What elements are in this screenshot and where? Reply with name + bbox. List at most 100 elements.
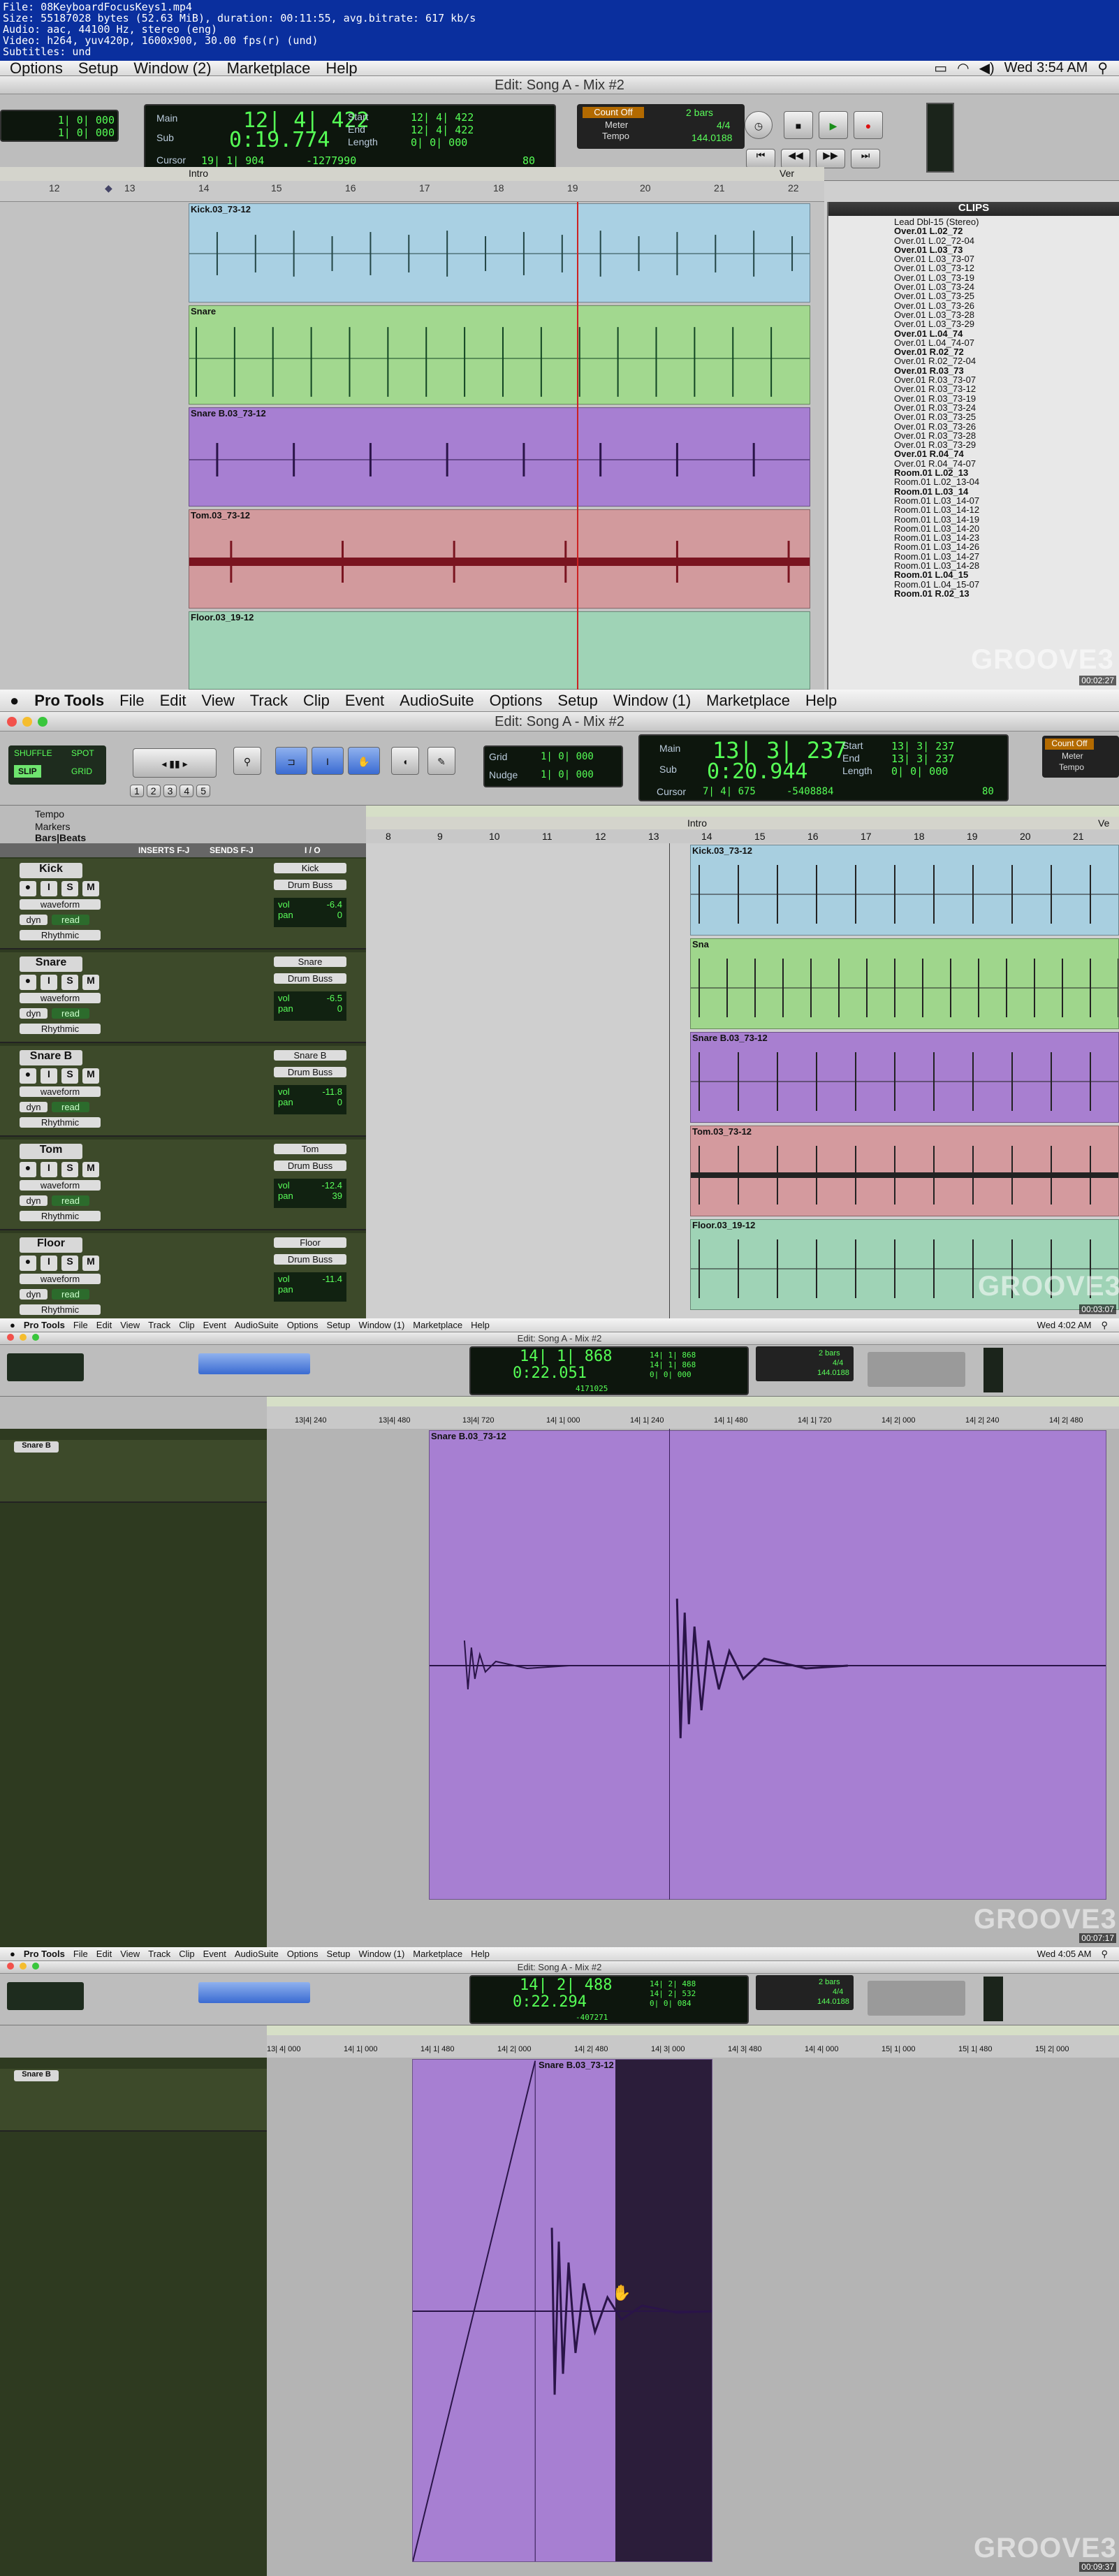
track-name[interactable]: Tom [20, 1144, 82, 1159]
menu-help[interactable]: Help [471, 1320, 490, 1330]
menu-pro-tools[interactable]: Pro Tools [24, 1949, 65, 1959]
timeline-rulers[interactable]: Intro Ve 8 9 10 11 12 13 14 15 16 17 18 … [366, 806, 1119, 843]
marker-verse[interactable]: Ve [1098, 817, 1109, 829]
menu-view[interactable]: View [202, 692, 235, 710]
track-view-selector[interactable]: waveform [20, 1086, 101, 1097]
list-item[interactable]: Over.01 L.03_73-07 [894, 254, 1119, 264]
menu-window[interactable]: Window (1) [359, 1320, 405, 1330]
menu-track[interactable]: Track [148, 1320, 170, 1330]
wifi-icon[interactable]: ◠ [957, 61, 969, 77]
menu-setup[interactable]: Setup [557, 692, 598, 710]
volume-pan-readout[interactable]: vol -11.4 pan [274, 1272, 346, 1302]
mute-button[interactable]: M [82, 1256, 99, 1271]
list-item[interactable]: Over.01 R.03_73-26 [894, 421, 1119, 431]
menu-help[interactable]: Help [326, 61, 357, 78]
list-item[interactable]: Over.01 L.03_73-28 [894, 310, 1119, 320]
clip-kick[interactable]: Kick.03_73-12 [189, 203, 810, 303]
track-name[interactable]: Snare [20, 956, 82, 972]
track-input[interactable]: Tom [274, 1144, 346, 1154]
input-monitor-button[interactable]: I [41, 881, 57, 896]
list-item[interactable]: Over.01 L.02_72-04 [894, 235, 1119, 245]
list-item[interactable]: Over.01 R.02_72 [894, 347, 1119, 357]
clip-tom[interactable]: Tom.03_73-12 [690, 1126, 1119, 1216]
trim-tool[interactable]: ⊐ [275, 747, 307, 775]
menu-options[interactable]: Options [490, 692, 543, 710]
track-output[interactable]: Drum Buss [274, 880, 346, 890]
elastic-audio-mode[interactable]: Rhythmic [20, 1304, 101, 1315]
main-counter[interactable]: Main 13| 3| 237 Sub 0:20.944 Start 13| 3… [638, 734, 1009, 801]
left-grid-counter[interactable]: 1| 0| 000 1| 0| 000 [0, 110, 119, 142]
list-item[interactable]: Over.01 R.03_73-28 [894, 431, 1119, 441]
menu-clip[interactable]: Clip [179, 1949, 194, 1959]
mute-button[interactable]: M [82, 1068, 99, 1084]
clip-snare-b[interactable]: Snare B.03_73-12 [690, 1032, 1119, 1123]
elastic-audio-mode[interactable]: Rhythmic [20, 1117, 101, 1128]
close-window-button[interactable] [7, 1334, 14, 1341]
clip-snare[interactable]: Sna [690, 938, 1119, 1029]
mute-button[interactable]: M [82, 881, 99, 896]
track-name[interactable]: Snare B [20, 1050, 82, 1065]
menu-edit[interactable]: Edit [96, 1320, 112, 1330]
solo-button[interactable]: S [61, 881, 78, 896]
menu-event[interactable]: Event [203, 1320, 226, 1330]
solo-button[interactable]: S [61, 975, 78, 990]
zoom-out-button[interactable]: ◂ ▮▮ ▸ [133, 748, 217, 778]
airplay-icon[interactable]: ▭ [934, 61, 947, 77]
count-off-button[interactable]: Count Off [1045, 738, 1094, 750]
list-item[interactable]: Over.01 R.02_72-04 [894, 356, 1119, 366]
zoom-window-button[interactable] [32, 1963, 39, 1970]
input-monitor-button[interactable]: I [41, 1162, 57, 1177]
selection-end[interactable]: 12| 4| 422 [411, 124, 474, 136]
menu-pro-tools[interactable]: Pro Tools [24, 1320, 65, 1330]
marker-intro[interactable]: Intro [189, 168, 208, 179]
selection-start[interactable]: 14| 2| 488 [650, 1979, 696, 1988]
zoom-preset-4[interactable]: 4 [180, 785, 194, 797]
marker-verse[interactable]: Ver [780, 168, 794, 179]
input-monitor-button[interactable]: I [41, 1256, 57, 1271]
menu-file[interactable]: File [73, 1949, 88, 1959]
menu-clock[interactable]: Wed 3:54 AM [1004, 61, 1088, 76]
track-input[interactable]: Snare [274, 956, 346, 967]
list-item[interactable]: Over.01 R.03_73-19 [894, 393, 1119, 403]
track-input[interactable]: Snare B [274, 1050, 346, 1061]
spot-mode-button[interactable]: SPOT [71, 748, 94, 758]
menu-help[interactable]: Help [805, 692, 837, 710]
list-item[interactable]: Room.01 L.03_14-07 [894, 496, 1119, 506]
grid-value[interactable]: 1| 0| 000 [541, 751, 594, 762]
menu-track[interactable]: Track [250, 692, 288, 710]
track-name[interactable]: Snare B [14, 2070, 59, 2081]
bars-beats-ruler[interactable]: 8 9 10 11 12 13 14 15 16 17 18 19 20 21 [366, 829, 1119, 843]
main-counter[interactable]: 14| 2| 488 0:22.294 14| 2| 488 14| 2| 53… [469, 1975, 749, 2024]
menu-options[interactable]: Options [287, 1320, 319, 1330]
main-counter[interactable]: 14| 1| 868 0:22.051 14| 1| 868 14| 1| 86… [469, 1346, 749, 1395]
track-view-selector[interactable]: waveform [20, 993, 101, 1003]
menu-window[interactable]: Window (1) [359, 1949, 405, 1959]
zoom-preset-3[interactable]: 3 [163, 785, 177, 797]
list-item[interactable]: Room.01 L.04_15-07 [894, 579, 1119, 589]
minimize-window-button[interactable] [20, 1963, 27, 1970]
nudge-value[interactable]: 1| 0| 000 [541, 769, 594, 780]
track-input[interactable]: Kick [274, 863, 346, 873]
list-item[interactable]: Room.01 L.03_14-28 [894, 561, 1119, 571]
list-item[interactable]: Over.01 L.03_73-19 [894, 272, 1119, 282]
solo-button[interactable]: S [61, 1256, 78, 1271]
zoom-preset-5[interactable]: 5 [196, 785, 210, 797]
track-name[interactable]: Snare B [14, 1441, 59, 1453]
clip-snare-b[interactable]: Snare B.03_73-12 [189, 407, 810, 507]
slip-mode-button[interactable]: SLIP [14, 765, 41, 778]
volume-pan-readout[interactable]: vol -6.5 pan 0 [274, 991, 346, 1021]
record-enable-button[interactable]: ● [20, 1162, 36, 1177]
edit-tools[interactable] [198, 1353, 310, 1374]
selection-end[interactable]: 13| 3| 237 [891, 752, 954, 765]
stop-button[interactable]: ■ [784, 111, 813, 139]
playlist-button[interactable]: dyn [20, 915, 47, 925]
menu-options[interactable]: Options [287, 1949, 319, 1959]
list-item[interactable]: Room.01 L.02_13-04 [894, 477, 1119, 487]
menu-setup[interactable]: Setup [327, 1320, 351, 1330]
menu-event[interactable]: Event [345, 692, 384, 710]
menu-file[interactable]: File [73, 1320, 88, 1330]
menu-view[interactable]: View [120, 1949, 140, 1959]
track-output[interactable]: Drum Buss [274, 1067, 346, 1077]
go-to-end-button[interactable]: ⏭ [851, 149, 880, 168]
spotlight-search-icon[interactable]: ⚲ [1101, 1949, 1108, 1960]
